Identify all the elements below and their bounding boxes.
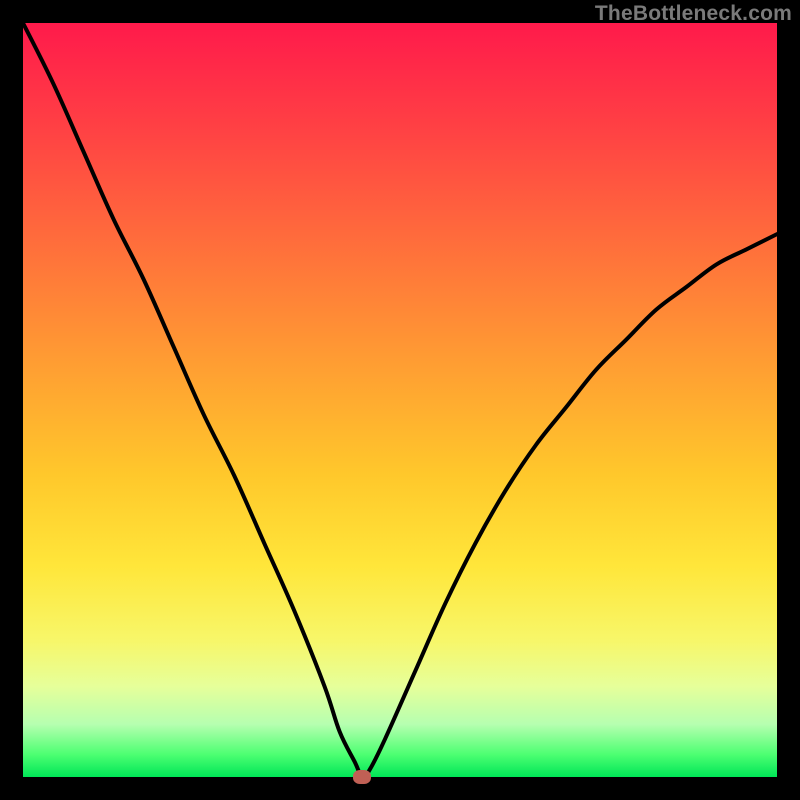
optimum-marker xyxy=(353,770,371,784)
plot-area xyxy=(23,23,777,777)
watermark-text: TheBottleneck.com xyxy=(595,2,792,26)
chart-frame: TheBottleneck.com xyxy=(0,0,800,800)
bottleneck-curve xyxy=(23,23,777,777)
